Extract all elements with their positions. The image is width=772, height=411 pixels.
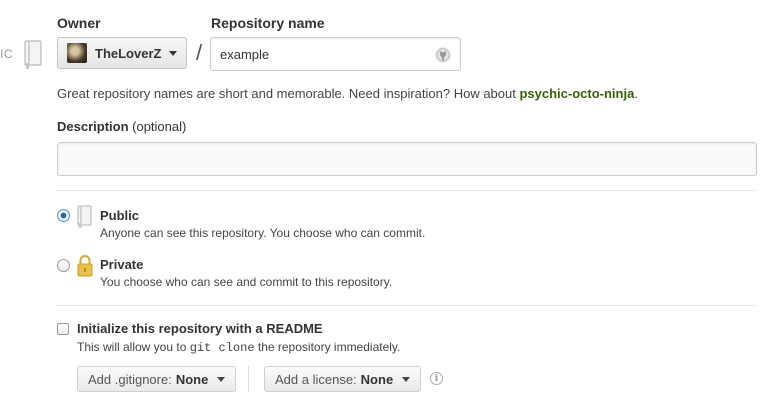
public-description: Anyone can see this repository. You choo… bbox=[100, 226, 426, 240]
hint-suffix: . bbox=[634, 86, 638, 101]
chevron-down-icon bbox=[402, 376, 411, 382]
readme-description: This will allow you to git clone the rep… bbox=[77, 340, 400, 355]
vertical-divider bbox=[248, 366, 249, 392]
gitignore-select-button[interactable]: Add .gitignore: None bbox=[77, 366, 237, 392]
gitignore-prefix: Add .gitignore: bbox=[88, 371, 172, 387]
lock-icon bbox=[77, 255, 93, 277]
divider bbox=[57, 190, 757, 191]
repository-name-input[interactable]: example bbox=[210, 37, 461, 71]
octocat-icon bbox=[435, 47, 451, 63]
chevron-down-icon bbox=[217, 376, 226, 382]
clipped-label-fragment: IC bbox=[0, 47, 13, 61]
name-suggestion-link[interactable]: psychic-octo-ninja bbox=[519, 86, 634, 101]
description-input[interactable] bbox=[57, 142, 757, 176]
license-select-button[interactable]: Add a license: None bbox=[264, 366, 422, 392]
private-description: You choose who can see and commit to thi… bbox=[100, 275, 393, 289]
avatar bbox=[67, 43, 87, 63]
repo-book-icon bbox=[24, 40, 42, 69]
readme-desc-after: the repository immediately. bbox=[254, 340, 401, 354]
gitignore-value: None bbox=[175, 371, 209, 387]
readme-title: Initialize this repository with a README bbox=[77, 321, 323, 336]
owner-label: Owner bbox=[57, 15, 101, 31]
readme-desc-code: git clone bbox=[189, 341, 255, 355]
description-optional-text: (optional) bbox=[132, 119, 187, 134]
owner-name: TheLoverZ bbox=[95, 45, 162, 61]
private-title: Private bbox=[100, 257, 144, 272]
readme-desc-before: This will allow you to bbox=[77, 340, 190, 354]
private-radio[interactable] bbox=[57, 259, 70, 272]
license-prefix: Add a license: bbox=[275, 371, 357, 387]
owner-repo-separator: / bbox=[196, 40, 203, 65]
description-label-text: Description bbox=[57, 119, 129, 134]
license-value: None bbox=[360, 371, 394, 387]
public-radio[interactable] bbox=[57, 209, 70, 222]
divider bbox=[57, 305, 757, 306]
public-title: Public bbox=[100, 208, 140, 223]
readme-checkbox[interactable] bbox=[57, 323, 69, 335]
repository-name-hint: Great repository names are short and mem… bbox=[57, 86, 638, 101]
hint-text: Great repository names are short and mem… bbox=[57, 86, 520, 101]
owner-select-button[interactable]: TheLoverZ bbox=[57, 37, 187, 69]
repo-book-icon bbox=[77, 205, 92, 228]
repository-name-label: Repository name bbox=[211, 15, 325, 31]
info-icon[interactable]: i bbox=[430, 372, 443, 385]
chevron-down-icon bbox=[169, 50, 178, 56]
repository-name-value: example bbox=[220, 46, 270, 62]
description-label: Description (optional) bbox=[57, 119, 186, 134]
